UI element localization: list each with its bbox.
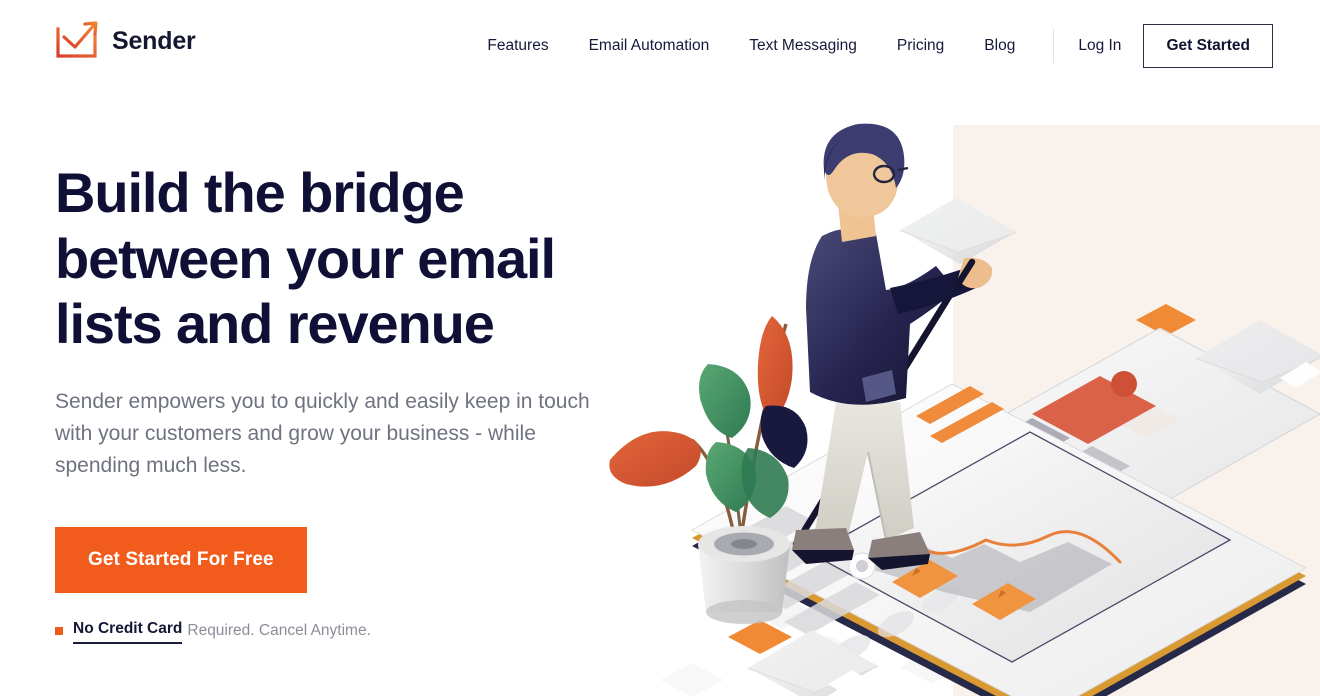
hero-note: No Credit Card Required. Cancel Anytime. (55, 619, 615, 645)
site-header: Sender Features Email Automation Text Me… (0, 0, 1320, 92)
hero-backdrop-panel (953, 125, 1320, 696)
get-started-for-free-button[interactable]: Get Started For Free (55, 526, 307, 593)
brand-logo[interactable]: Sender (55, 20, 196, 60)
hero-subtitle: Sender empowers you to quickly and easil… (55, 389, 590, 477)
brand-name: Sender (112, 26, 196, 55)
nav-item-email-automation[interactable]: Email Automation (589, 30, 710, 62)
nav-item-pricing[interactable]: Pricing (897, 30, 944, 62)
main-navigation: Features Email Automation Text Messaging… (487, 0, 1273, 92)
potted-plant (609, 316, 808, 624)
orange-badge-tile (892, 560, 958, 598)
get-started-button[interactable]: Get Started (1143, 24, 1273, 68)
hero-note-rest: Required. Cancel Anytime. (187, 622, 371, 640)
orange-diamond (728, 620, 792, 654)
nav-divider (1053, 29, 1055, 63)
landing-page: Sender Features Email Automation Text Me… (0, 0, 1320, 696)
hero-note-strong: No Credit Card (73, 619, 183, 645)
nav-item-text-messaging[interactable]: Text Messaging (749, 30, 857, 62)
login-link[interactable]: Log In (1078, 37, 1121, 55)
hero-section: Build the bridge between your email list… (0, 92, 1320, 696)
bullet-square-icon (55, 627, 63, 636)
hero-title: Build the bridge between your email list… (55, 161, 556, 356)
hero-copy: Build the bridge between your email list… (55, 160, 615, 645)
envelope-arrow-icon (56, 21, 98, 58)
nav-item-blog[interactable]: Blog (984, 30, 1015, 62)
nav-item-features[interactable]: Features (487, 30, 548, 62)
floating-envelope-icon (747, 630, 879, 696)
